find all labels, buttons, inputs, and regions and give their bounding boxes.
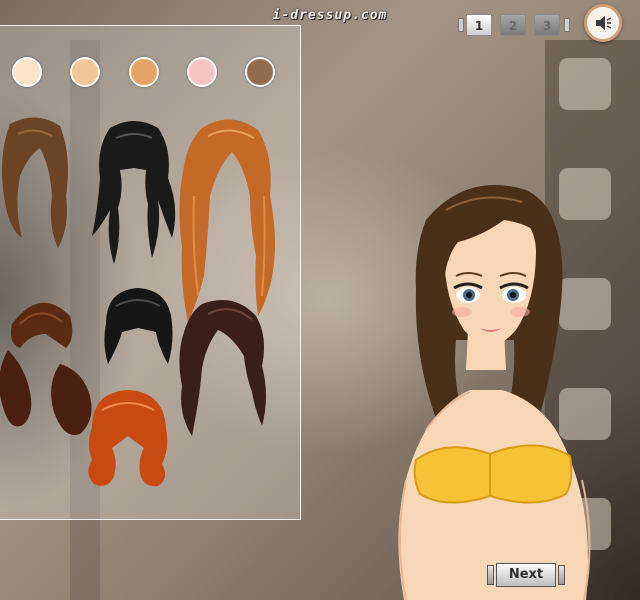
hair-black-bangs-long-icon xyxy=(92,121,176,264)
hair-red-bob-option[interactable] xyxy=(78,388,178,494)
skin-tone-fair-swatch[interactable] xyxy=(12,57,42,87)
game-stage: i-dressup.com 1 2 3 Next xyxy=(0,0,640,600)
speaker-icon xyxy=(596,16,612,30)
page-tabs: 1 2 3 xyxy=(458,14,576,36)
skin-tone-tan-swatch[interactable] xyxy=(129,57,159,87)
film-hole xyxy=(559,58,611,110)
site-watermark: i-dressup.com xyxy=(272,8,388,23)
selection-panel xyxy=(0,25,301,520)
next-button[interactable]: Next xyxy=(487,563,565,587)
doll-figure xyxy=(398,185,591,600)
hair-black-bob-icon xyxy=(104,288,173,364)
tab-cap-left xyxy=(458,18,464,32)
sound-toggle-button[interactable] xyxy=(584,4,622,42)
next-button-cap-right xyxy=(558,565,565,585)
next-button-cap-left xyxy=(487,565,494,585)
next-button-label: Next xyxy=(496,563,556,587)
hair-ginger-long-icon xyxy=(179,119,275,322)
tab-page-2[interactable]: 2 xyxy=(500,14,526,36)
hair-brown-shoulder-option[interactable] xyxy=(0,116,72,260)
hair-dark-wavy-option[interactable] xyxy=(172,296,272,450)
hair-brown-shoulder-icon xyxy=(2,117,68,248)
tab-page-1[interactable]: 1 xyxy=(466,14,492,36)
hair-dark-wavy-icon xyxy=(179,300,266,436)
hair-red-bob-icon xyxy=(88,390,168,487)
skin-tone-brown-swatch[interactable] xyxy=(245,57,275,87)
skin-tone-pink-swatch[interactable] xyxy=(187,57,217,87)
hair-black-bangs-long-option[interactable] xyxy=(88,118,180,272)
skin-tone-light-swatch[interactable] xyxy=(70,57,100,87)
tab-page-3[interactable]: 3 xyxy=(534,14,560,36)
doll-model xyxy=(386,180,606,600)
hair-black-bob-option[interactable] xyxy=(98,284,178,372)
tab-cap-right xyxy=(564,18,570,32)
